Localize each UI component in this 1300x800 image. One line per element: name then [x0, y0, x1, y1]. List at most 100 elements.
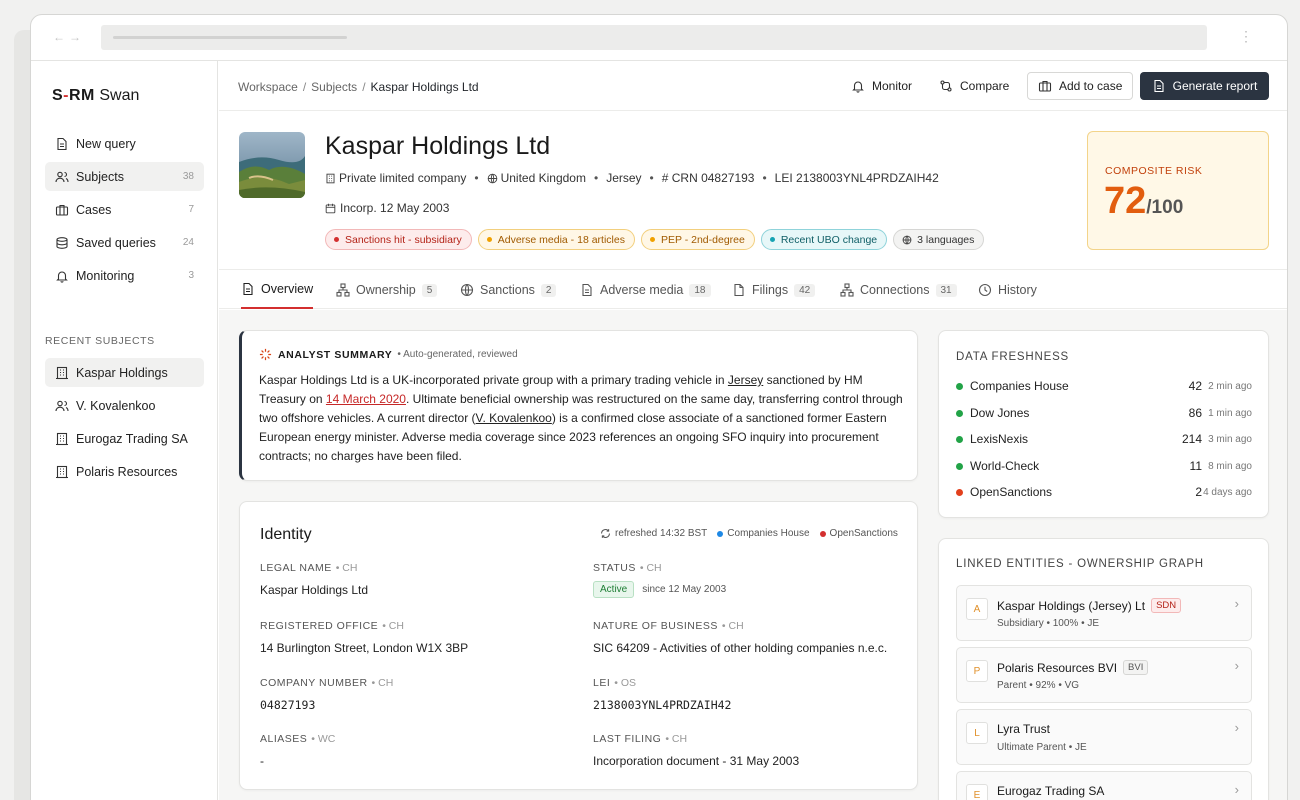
tab-connections[interactable]: Connections 31	[840, 271, 957, 309]
field-label-status: STATUS • CH	[593, 562, 662, 574]
company-jurisdiction: Jersey	[606, 171, 642, 185]
recent-subject-kovalenkoo[interactable]: V. Kovalenkoo	[45, 391, 204, 420]
source-count: 42	[1188, 379, 1202, 393]
recent-subject-label: Kaspar Holdings	[76, 365, 168, 380]
url-bar[interactable]	[101, 25, 1207, 50]
data-freshness-title: DATA FRESHNESS	[956, 351, 1070, 363]
entity-name-row: Polaris Resources BVI BVI	[997, 660, 1149, 675]
sidebar-item-label: Monitoring	[76, 268, 135, 283]
tab-ownership[interactable]: Ownership 5	[336, 271, 438, 309]
chevron-right-icon: ›	[1234, 720, 1239, 735]
bell-icon	[851, 79, 865, 93]
breadcrumb-subjects[interactable]: Subjects	[311, 80, 357, 94]
sidebar-item-saved-queries[interactable]: Saved queries 24	[45, 228, 204, 257]
tab-label: History	[998, 283, 1037, 297]
entity-letter: A	[966, 598, 988, 620]
nav-arrows-icon[interactable]: ←→	[53, 30, 85, 44]
refresh-icon[interactable]	[600, 528, 611, 539]
source-time: 4 days ago	[1203, 486, 1252, 498]
overview-content: ANALYST SUMMARY • Auto-generated, review…	[219, 310, 1287, 800]
breadcrumb-current: Kaspar Holdings Ltd	[370, 80, 479, 94]
recent-subject-kaspar[interactable]: Kaspar Holdings	[45, 358, 204, 387]
sidebar-item-label: New query	[76, 136, 136, 151]
tab-adverse-media[interactable]: Adverse media 18	[580, 271, 711, 309]
network-icon	[840, 283, 854, 297]
tab-count: 5	[421, 283, 438, 297]
risk-value: 72	[1104, 180, 1147, 222]
linked-entities-title: LINKED ENTITIES - OWNERSHIP GRAPH	[956, 558, 1204, 570]
tag-pep[interactable]: PEP - 2nd-degree	[640, 229, 755, 250]
entity-name: Polaris Resources BVI	[997, 660, 1118, 675]
report-icon	[1152, 79, 1166, 93]
data-freshness-card: DATA FRESHNESS Companies House 42 2 min ag…	[938, 330, 1269, 518]
link-kovalenkoo[interactable]: V. Kovalenkoo	[476, 411, 552, 425]
identity-title: Identity	[260, 526, 312, 543]
linked-entity[interactable]: E Eurogaz Trading SA ›	[956, 771, 1252, 800]
more-icon[interactable]: ⋮	[1239, 29, 1253, 43]
recent-subject-label: Polaris Resources	[76, 464, 178, 479]
sidebar-item-count: 38	[182, 171, 194, 182]
add-to-case-button[interactable]: Add to case	[1027, 72, 1134, 100]
tab-count: 18	[689, 283, 711, 297]
compare-icon	[939, 79, 953, 93]
link-jersey[interactable]: Jersey	[728, 373, 763, 387]
tag-ubo-change[interactable]: Recent UBO change	[760, 229, 888, 250]
linked-entities-card: LINKED ENTITIES - OWNERSHIP GRAPH A Kasp…	[938, 538, 1269, 800]
status-dot	[956, 435, 963, 443]
tag-sanctions[interactable]: Sanctions hit - subsidiary	[325, 229, 472, 250]
tab-sanctions[interactable]: Sanctions 2	[460, 271, 557, 309]
linked-entity[interactable]: P Polaris Resources BVI BVI Parent • 92% …	[956, 647, 1252, 703]
sidebar-item-monitoring[interactable]: Monitoring 3	[45, 261, 204, 290]
source-count: 86	[1188, 406, 1202, 420]
sidebar-item-label: Subjects	[76, 169, 124, 184]
risk-tags: Sanctions hit - subsidiary Adverse media…	[325, 229, 985, 250]
sparkle-icon	[259, 348, 272, 361]
tab-overview[interactable]: Overview	[241, 271, 314, 309]
tab-label: Ownership	[356, 283, 416, 297]
source-label: Companies House	[727, 528, 810, 539]
source-name: LexisNexis	[970, 432, 1029, 446]
field-label-legal-name: LEGAL NAME • CH	[260, 562, 358, 574]
field-label-lei: LEI • OS	[593, 677, 637, 689]
field-value-company-number: 04827193	[260, 698, 316, 712]
recent-subject-label: Eurogaz Trading SA	[76, 431, 188, 446]
incorporation-date: Incorp. 12 May 2003	[325, 201, 449, 215]
chevron-right-icon: ›	[1234, 658, 1239, 673]
recent-subject-eurogaz[interactable]: Eurogaz Trading SA	[45, 424, 204, 453]
sidebar-item-subjects[interactable]: Subjects 38	[45, 162, 204, 191]
tag-adverse-media[interactable]: Adverse media - 18 articles	[477, 229, 635, 250]
analyst-summary-text: Kaspar Holdings Ltd is a UK-incorporated…	[259, 371, 907, 466]
source-time: 2 min ago	[1208, 380, 1252, 392]
monitor-button[interactable]: Monitor	[841, 72, 922, 100]
recent-subject-polaris[interactable]: Polaris Resources	[45, 457, 204, 486]
sidebar-item-new-query[interactable]: New query	[45, 129, 204, 158]
status-dot	[956, 462, 963, 470]
source-count: 214	[1181, 432, 1202, 446]
entity-name: Kaspar Holdings (Jersey) Lt	[997, 598, 1146, 613]
globe-icon	[487, 173, 498, 184]
briefcase-icon	[1038, 79, 1052, 93]
compare-button[interactable]: Compare	[929, 72, 1019, 100]
sidebar-item-label: Saved queries	[76, 235, 156, 250]
generate-report-button[interactable]: Generate report	[1140, 72, 1269, 100]
sidebar-item-label: Cases	[76, 202, 112, 217]
entity-letter: L	[966, 722, 988, 744]
field-label-registered-office: REGISTERED OFFICE • CH	[260, 620, 404, 632]
tag-languages[interactable]: 3 languages	[893, 229, 985, 250]
source-name: Companies House	[970, 379, 1069, 393]
link-sanction-date[interactable]: 14 March 2020	[326, 392, 406, 406]
field-value-nature-of-business: SIC 64209 - Activities of other holding …	[593, 641, 888, 655]
tab-filings[interactable]: Filings 42	[732, 271, 816, 309]
company-type: Private limited company	[339, 171, 467, 185]
breadcrumb-workspace[interactable]: Workspace	[238, 80, 298, 94]
document-icon	[241, 282, 255, 296]
entity-sub: Subsidiary • 100% • JE	[997, 618, 1100, 629]
linked-entity[interactable]: A Kaspar Holdings (Jersey) Lt SDN Subsidi…	[956, 585, 1252, 641]
tag-label: Adverse media - 18 articles	[497, 233, 625, 246]
freshness-row: LexisNexis 214 3 min ago	[956, 430, 1252, 448]
tab-history[interactable]: History	[978, 271, 1037, 309]
linked-entity[interactable]: L Lyra Trust Ultimate Parent • JE ›	[956, 709, 1252, 765]
company-crn: # CRN 04827193	[661, 171, 755, 185]
sidebar-item-cases[interactable]: Cases 7	[45, 195, 204, 224]
entity-letter: E	[966, 784, 988, 800]
